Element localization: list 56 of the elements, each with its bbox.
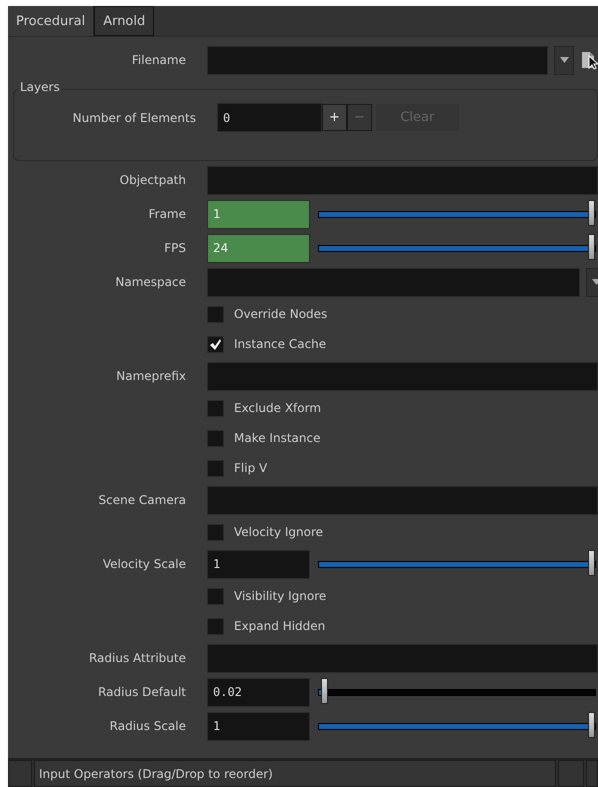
filename-field[interactable] [207,46,548,74]
checkbox-label: Visibility Ignore [234,589,326,603]
checkbox-label: Instance Cache [234,337,326,351]
checkbox[interactable] [207,430,224,446]
text-field[interactable] [207,362,598,390]
slider-handle[interactable] [588,234,595,260]
checkbox-label: Expand Hidden [234,619,326,633]
checkmark-icon [209,338,222,350]
field-label: Filename [130,53,186,67]
field-label: Radius Scale [108,719,186,733]
checkbox-label: Velocity Ignore [234,525,324,539]
file-browse-icon [580,50,598,70]
field-label: Frame [148,207,186,221]
toggle-button[interactable] [8,760,32,787]
text-field[interactable] [207,166,598,194]
checkbox-label: Exclude Xform [234,401,322,415]
tab[interactable]: Procedural [8,6,94,36]
text-field[interactable] [207,486,598,514]
field-label: Number of Elements [72,110,196,124]
dropdown-button[interactable] [554,46,574,74]
number-field[interactable]: 24 [207,234,310,262]
checkbox-label: Flip V [234,461,268,475]
field-label: Velocity Scale [102,557,186,571]
field-label: Radius Attribute [88,651,186,665]
checkbox[interactable] [207,306,224,322]
field-label: Nameprefix [115,369,186,383]
checkbox-label: Make Instance [234,431,320,445]
checkbox-label: Override Nodes [234,307,328,321]
checkbox[interactable] [207,524,224,540]
slider-handle[interactable] [588,712,595,738]
caret-icon [560,57,568,63]
number-field[interactable]: 1 [207,200,310,228]
checkbox[interactable] [207,336,224,352]
text-field[interactable] [207,268,580,296]
field-label: Radius Default [97,685,186,699]
number-field[interactable]: 1 [207,550,310,578]
checkbox[interactable] [207,460,224,476]
add-button[interactable]: + [322,104,347,131]
slider-handle[interactable] [588,200,595,226]
group-title: Layers [18,80,62,94]
number-field[interactable]: 0 [217,103,322,132]
input-operators-list[interactable]: Input Operators (Drag/Drop to reorder) [34,760,556,787]
text-field[interactable] [207,644,598,672]
field-label: Objectpath [118,173,186,187]
checkbox[interactable] [207,400,224,416]
tab[interactable]: Arnold [94,6,154,36]
caret-icon [592,279,598,285]
slider-handle[interactable] [321,678,328,704]
checkbox[interactable] [207,588,224,604]
field-label: Namespace [114,275,186,289]
field-label: FPS [163,241,186,255]
field-label: Scene Camera [98,493,186,507]
checkbox[interactable] [207,618,224,634]
number-field[interactable]: 1 [207,712,310,740]
number-field[interactable]: 0.02 [207,678,310,706]
slider-handle[interactable] [588,550,595,576]
